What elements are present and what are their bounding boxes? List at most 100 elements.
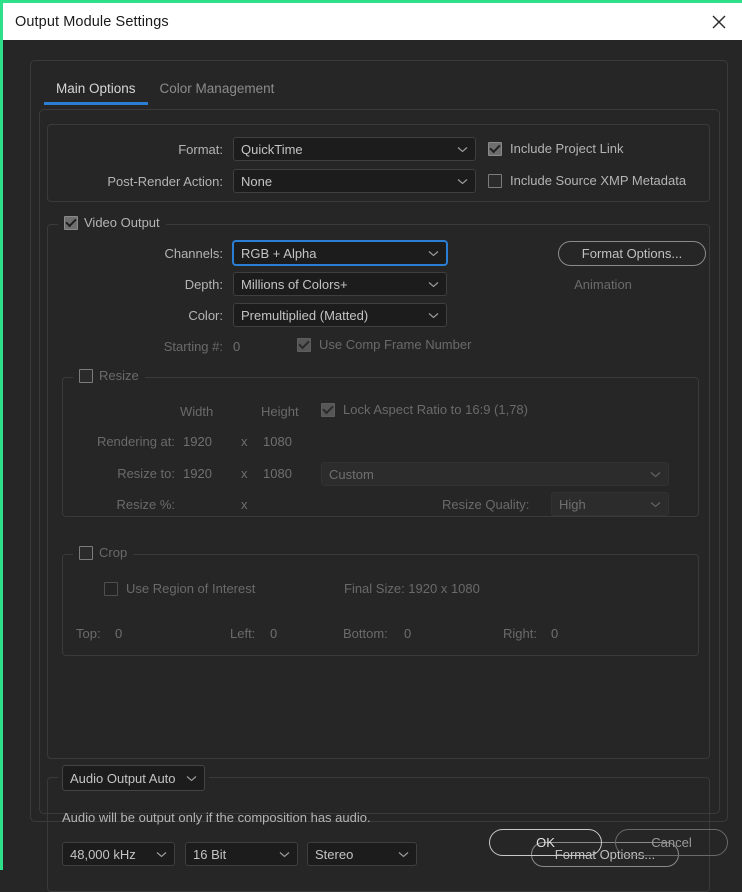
include-xmp-checkbox[interactable] [488, 173, 502, 188]
dialog-footer: OK Cancel [489, 829, 728, 856]
format-group: Format: QuickTime Post-Render Action: No… [47, 124, 710, 202]
codec-name: Animation [574, 277, 632, 292]
dialog-body: Main Options Color Management Format: Qu… [3, 40, 742, 892]
resize-height-header: Height [261, 404, 299, 419]
audio-channels-value: Stereo [315, 846, 354, 862]
rendering-at-label: Rendering at: [96, 434, 175, 449]
resize-width-header: Width [180, 404, 214, 419]
audio-sample-rate-select[interactable]: 48,000 kHz [62, 842, 175, 866]
lock-aspect-ratio-checkbox[interactable] [321, 402, 335, 417]
audio-sample-rate-value: 48,000 kHz [70, 846, 136, 862]
resize-width-value[interactable]: 1920 [183, 466, 212, 481]
depth-label: Depth: [184, 277, 223, 292]
video-output-legend[interactable]: Video Output [58, 215, 166, 230]
resize-legend-label: Resize [99, 368, 139, 383]
rendering-height-value: 1080 [263, 434, 292, 449]
crop-left-label: Left: [230, 626, 256, 641]
video-output-legend-label: Video Output [84, 215, 160, 230]
crop-legend[interactable]: Crop [73, 545, 134, 560]
chevron-down-icon [640, 501, 661, 508]
audio-output-legend: Audio Output Auto [58, 765, 209, 791]
resize-x-separator: x [241, 466, 248, 481]
crop-group: Crop Use Region of Interest Final Size: … [62, 545, 699, 656]
chevron-down-icon [418, 312, 439, 319]
audio-bit-depth-select[interactable]: 16 Bit [185, 842, 298, 866]
crop-bottom-label: Bottom: [343, 626, 388, 641]
channels-select[interactable]: RGB + Alpha [233, 241, 447, 265]
format-select-value: QuickTime [241, 141, 303, 157]
ok-button[interactable]: OK [489, 829, 602, 856]
chevron-down-icon [640, 471, 661, 478]
video-output-checkbox[interactable] [64, 215, 78, 230]
video-output-group: Video Output Channels: RGB + Alpha Depth… [47, 215, 710, 759]
crop-top-label: Top: [76, 626, 101, 641]
post-render-action-value: None [241, 173, 273, 189]
rendering-x-separator: x [241, 434, 248, 449]
tab-main-options[interactable]: Main Options [44, 78, 148, 105]
use-region-of-interest-row[interactable]: Use Region of Interest [104, 581, 255, 596]
include-project-link-row[interactable]: Include Project Link [488, 141, 623, 156]
color-select[interactable]: Premultiplied (Matted) [233, 303, 447, 327]
resize-percent-x-separator: x [241, 497, 248, 512]
audio-bit-depth-value: 16 Bit [193, 846, 227, 862]
close-button[interactable] [696, 3, 742, 40]
post-render-action-label: Post-Render Action: [107, 174, 223, 189]
crop-checkbox[interactable] [79, 545, 93, 560]
format-label: Format: [178, 142, 223, 157]
include-project-link-checkbox[interactable] [488, 141, 502, 156]
use-region-of-interest-checkbox[interactable] [104, 581, 118, 596]
use-region-of-interest-label: Use Region of Interest [126, 581, 256, 596]
close-icon [711, 14, 727, 30]
audio-channels-select[interactable]: Stereo [307, 842, 417, 866]
final-size-label: Final Size: 1920 x 1080 [344, 581, 480, 596]
rendering-width-value: 1920 [183, 434, 212, 449]
audio-output-mode-value: Audio Output Auto [70, 770, 176, 786]
video-format-options-label: Format Options... [581, 246, 683, 261]
chevron-down-icon [447, 146, 468, 153]
video-format-options-button[interactable]: Format Options... [558, 241, 706, 266]
audio-note: Audio will be output only if the composi… [62, 810, 371, 825]
crop-left-value[interactable]: 0 [270, 626, 277, 641]
starting-number-label: Starting #: [163, 339, 223, 354]
audio-output-mode-select[interactable]: Audio Output Auto [62, 765, 205, 791]
window-title: Output Module Settings [15, 13, 169, 30]
output-module-settings-dialog: Output Module Settings Main Options Colo… [0, 0, 742, 892]
depth-select-value: Millions of Colors+ [241, 276, 348, 292]
main-options-content: Format: QuickTime Post-Render Action: No… [39, 109, 720, 892]
chevron-down-icon [418, 281, 439, 288]
format-select[interactable]: QuickTime [233, 137, 476, 161]
tab-panel: Main Options Color Management Format: Qu… [30, 60, 728, 892]
chevron-down-icon [447, 178, 468, 185]
channels-label: Channels: [164, 246, 223, 261]
crop-right-value[interactable]: 0 [551, 626, 558, 641]
resize-to-label: Resize to: [117, 466, 175, 481]
post-render-action-select[interactable]: None [233, 169, 476, 193]
tab-bar: Main Options Color Management [44, 78, 286, 105]
resize-preset-select[interactable]: Custom [321, 462, 669, 486]
chevron-down-icon [176, 775, 197, 782]
resize-group: Resize Width Height Lock Aspect Ratio to… [62, 368, 699, 517]
chevron-down-icon [146, 851, 167, 858]
resize-percent-label: Resize %: [116, 497, 175, 512]
color-select-value: Premultiplied (Matted) [241, 307, 369, 323]
cancel-button-label: Cancel [651, 835, 692, 850]
starting-number-value: 0 [233, 339, 241, 354]
depth-select[interactable]: Millions of Colors+ [233, 272, 447, 296]
chevron-down-icon [388, 851, 409, 858]
resize-legend[interactable]: Resize [73, 368, 145, 383]
resize-quality-select[interactable]: High [551, 492, 669, 516]
use-comp-frame-number-row[interactable]: Use Comp Frame Number [297, 337, 471, 352]
crop-top-value[interactable]: 0 [115, 626, 122, 641]
resize-quality-label: Resize Quality: [442, 497, 530, 512]
resize-height-value[interactable]: 1080 [263, 466, 292, 481]
include-project-link-label: Include Project Link [510, 141, 624, 156]
include-xmp-row[interactable]: Include Source XMP Metadata [488, 173, 686, 188]
use-comp-frame-number-checkbox[interactable] [297, 337, 311, 352]
chevron-down-icon [269, 851, 290, 858]
lock-aspect-ratio-row[interactable]: Lock Aspect Ratio to 16:9 (1,78) [321, 402, 528, 417]
tab-color-management[interactable]: Color Management [148, 78, 287, 105]
crop-bottom-value[interactable]: 0 [404, 626, 411, 641]
cancel-button[interactable]: Cancel [615, 829, 728, 856]
use-comp-frame-number-label: Use Comp Frame Number [319, 337, 472, 352]
resize-checkbox[interactable] [79, 368, 93, 383]
